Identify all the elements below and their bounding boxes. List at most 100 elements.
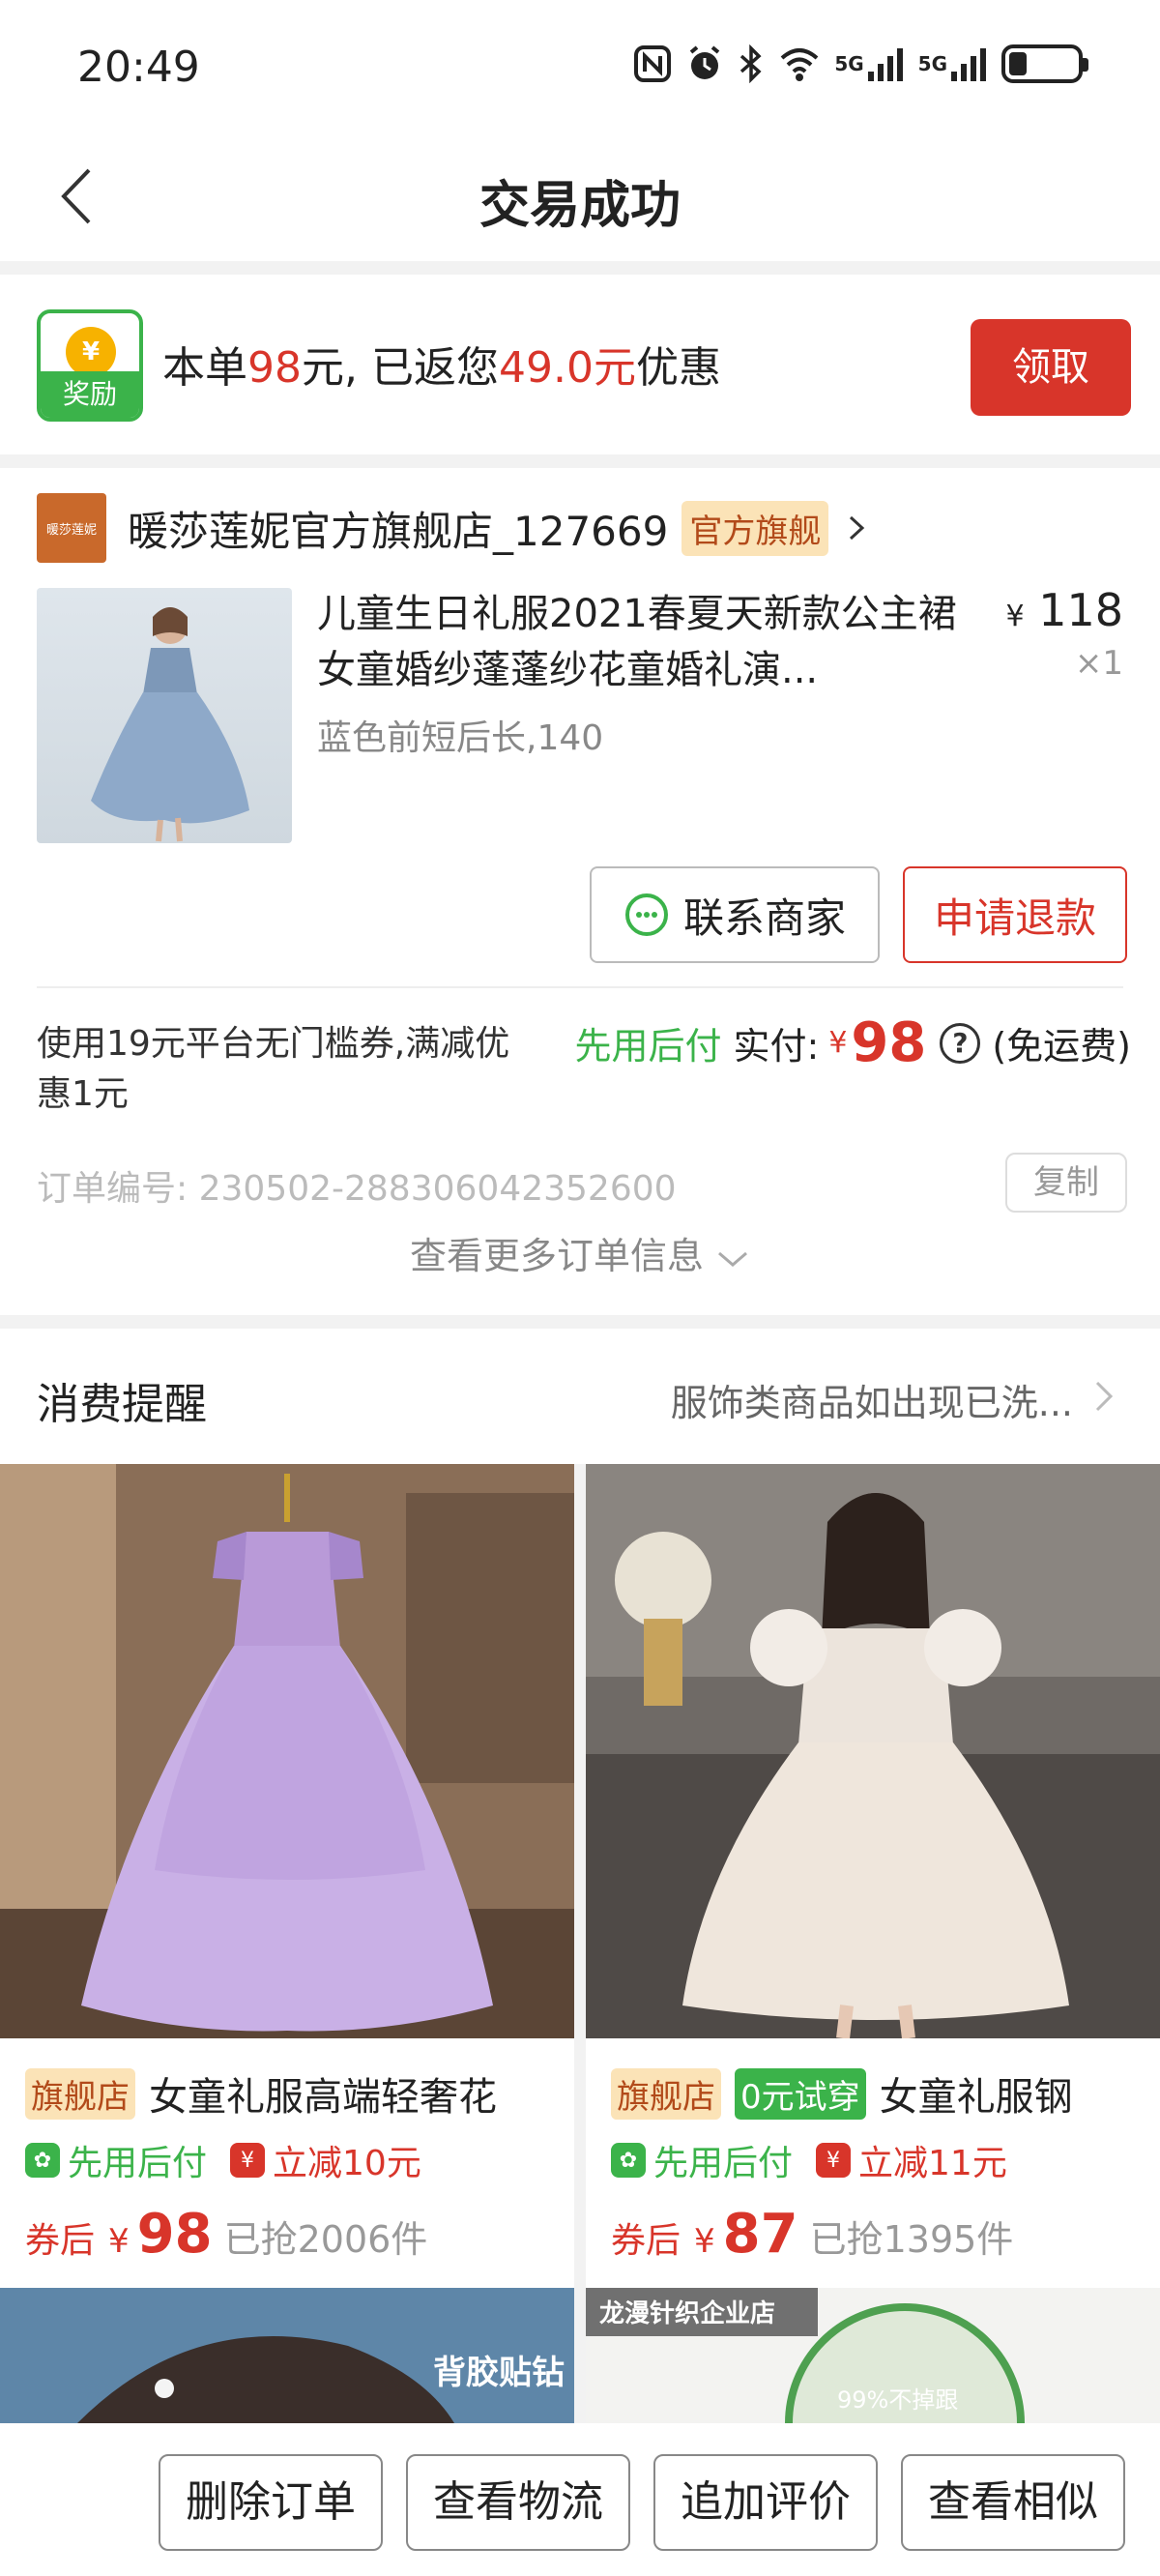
price-symbol: ¥ (694, 2222, 715, 2261)
view-similar-button[interactable]: 查看相似 (901, 2454, 1125, 2551)
trial-tag: 0元试穿 (735, 2067, 866, 2120)
recommendation-card[interactable]: 旗舰店 0元试穿 女童礼服钢 ✿ 先用后付 ¥ 立减11元 券后 ¥ 87 已抢… (586, 1464, 1160, 2289)
reminder-title: 消费提醒 (37, 1380, 207, 1429)
peek-left-text: 背胶贴钻 (433, 2354, 565, 2392)
pay-later-text: 先用后付 (653, 2144, 794, 2183)
discount-text: 立减11元 (858, 2144, 1007, 2183)
chevron-right-icon (850, 515, 865, 541)
sold-count: 已抢2006件 (223, 2218, 428, 2261)
rec-title: 女童礼服钢 (879, 2075, 1073, 2120)
recommendation-card-peek[interactable]: 背胶贴钻 (0, 2288, 574, 2423)
recommendation-card-peek[interactable]: 龙漫针织企业店 99%不掉跟 (586, 2288, 1160, 2423)
rec-price: 98 (136, 2203, 213, 2266)
flagship-tag: 旗舰店 (611, 2067, 721, 2120)
status-time: 20:49 (77, 43, 200, 92)
pay-label: 实付: (733, 1025, 820, 1068)
product-title[interactable]: 儿童生日礼服2021春夏天新款公主裙女童婚纱蓬蓬纱花童婚礼演... (317, 586, 974, 698)
status-bar: 20:49 5G 5G (0, 0, 1160, 135)
coupon-info: 使用19元平台无门槛券,满减优惠1元 (37, 1024, 510, 1114)
after-coupon-label: 券后 (611, 2221, 682, 2261)
chevron-right-icon (1095, 1381, 1114, 1412)
contact-seller-button[interactable]: 联系商家 (590, 866, 880, 963)
product-price: ¥ 118 (1005, 584, 1123, 636)
order-card: 暖莎莲妮 暖莎莲妮官方旗舰店_127669 官方旗舰 儿童生日礼服2021春夏天… (0, 468, 1160, 1315)
signal-icon-1: 5G (834, 44, 904, 83)
bluetooth-icon (738, 44, 765, 83)
shop-row[interactable]: 暖莎莲妮 暖莎莲妮官方旗舰店_127669 官方旗舰 (37, 493, 871, 563)
discount-icon: ¥ (230, 2143, 266, 2178)
rec-title-row: 旗舰店 0元试穿 女童礼服钢 (586, 2042, 1160, 2122)
payment-summary: 先用后付 实付: ¥ 98 ? (免运费) (574, 1011, 1131, 1074)
divider (37, 986, 1123, 988)
pay-later-promo: ✿ 先用后付 (611, 2135, 793, 2185)
discount-text: 立减10元 (273, 2144, 421, 2183)
pay-amount: 98 (851, 1011, 927, 1074)
alarm-icon (685, 44, 724, 83)
status-icons: 5G 5G (633, 44, 1088, 83)
network-label-1: 5G (834, 52, 864, 75)
reminder-text: 服饰类商品如出现已洗... (670, 1382, 1073, 1424)
reward-amount: 98 (247, 343, 302, 393)
rec-promos: ✿ 先用后付 ¥ 立减10元 (0, 2122, 574, 2185)
consumption-reminder[interactable]: 消费提醒 服饰类商品如出现已洗... (0, 1329, 1160, 1464)
rec-price: 87 (722, 2203, 798, 2266)
bottom-action-bar: 删除订单 查看物流 追加评价 查看相似 (0, 2423, 1160, 2576)
reward-prefix: 本单 (162, 343, 247, 393)
chevron-down-icon (718, 1251, 748, 1267)
product-image (586, 1464, 1160, 2039)
product-image (0, 1464, 574, 2038)
reward-badge-label: 奖励 (41, 371, 139, 418)
recommendation-card[interactable]: 旗舰店 女童礼服高端轻奢花 ✿ 先用后付 ¥ 立减10元 券后 ¥ 98 已抢2… (0, 1464, 574, 2289)
price-symbol: ¥ (1005, 600, 1025, 633)
claim-button[interactable]: 领取 (971, 319, 1131, 416)
refund-button[interactable]: 申请退款 (903, 866, 1127, 963)
battery-icon (1001, 44, 1088, 83)
coin-icon: ¥ (66, 327, 116, 377)
reward-suffix: 优惠 (635, 343, 721, 393)
rec-title: 女童礼服高端轻奢花 (149, 2075, 497, 2120)
pay-later-icon: ✿ (611, 2143, 646, 2178)
page-title: 交易成功 (478, 177, 681, 235)
reward-text: 本单98元, 已返您49.0元优惠 (162, 333, 721, 395)
pay-later-text: 先用后付 (68, 2144, 208, 2183)
reward-rebate: 49.0元 (498, 343, 636, 393)
more-info-label: 查看更多订单信息 (409, 1235, 704, 1277)
price-symbol: ¥ (108, 2222, 130, 2261)
product-image[interactable] (37, 588, 292, 843)
network-label-2: 5G (917, 52, 947, 75)
copy-button[interactable]: 复制 (1005, 1153, 1127, 1213)
wifi-icon (778, 44, 821, 83)
shop-flagship-tag: 官方旗舰 (682, 500, 829, 556)
reward-banner: ¥ 奖励 本单98元, 已返您49.0元优惠 领取 (0, 275, 1160, 454)
nav-bar: 交易成功 (0, 135, 1160, 261)
shop-logo: 暖莎莲妮 (37, 493, 106, 563)
help-icon[interactable]: ? (940, 1022, 981, 1064)
flagship-tag: 旗舰店 (25, 2067, 135, 2120)
product-spec: 蓝色前短后长,140 (317, 718, 604, 758)
chat-icon (624, 893, 668, 936)
rec-price-row: 券后 ¥ 87 已抢1395件 (586, 2185, 1160, 2289)
more-order-info[interactable]: 查看更多订单信息 (0, 1226, 1160, 1279)
discount-icon: ¥ (816, 2143, 852, 2178)
free-shipping: (免运费) (992, 1025, 1131, 1068)
add-review-button[interactable]: 追加评价 (653, 2454, 878, 2551)
pay-later-promo: ✿ 先用后付 (25, 2135, 207, 2185)
discount-promo: ¥ 立减10元 (230, 2135, 421, 2185)
peek-shop-badge: 龙漫针织企业店 (599, 2299, 776, 2328)
rec-price-row: 券后 ¥ 98 已抢2006件 (0, 2185, 574, 2289)
discount-promo: ¥ 立减11元 (816, 2135, 1007, 2185)
rec-title-row: 旗舰店 女童礼服高端轻奢花 (0, 2042, 574, 2122)
product-quantity: ×1 (1074, 644, 1123, 683)
signal-icon-2: 5G (918, 44, 988, 83)
order-number: 订单编号: 230502-288306042352600 (37, 1169, 677, 1209)
delete-order-button[interactable]: 删除订单 (159, 2454, 383, 2551)
peek-circle-text: 99%不掉跟 (837, 2386, 959, 2414)
pay-symbol: ¥ (828, 1026, 848, 1060)
rec-promos: ✿ 先用后付 ¥ 立减11元 (586, 2122, 1160, 2185)
view-logistics-button[interactable]: 查看物流 (406, 2454, 630, 2551)
reward-badge: ¥ 奖励 (37, 309, 143, 422)
sold-count: 已抢1395件 (809, 2218, 1014, 2261)
price-value: 118 (1038, 584, 1123, 636)
reward-middle: 元, 已返您 (302, 343, 499, 393)
contact-label: 联系商家 (682, 893, 846, 942)
